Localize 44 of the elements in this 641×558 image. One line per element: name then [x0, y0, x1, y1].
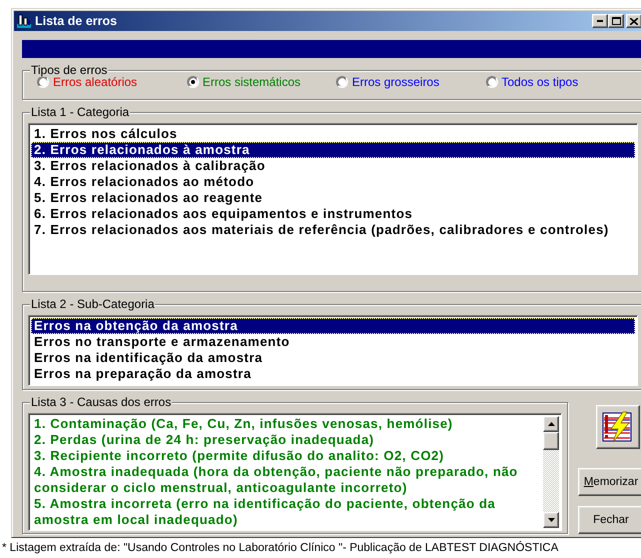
lightning-button[interactable]: [596, 405, 640, 449]
radio-button[interactable]: Todos os tipos: [486, 75, 635, 89]
scroll-down-button[interactable]: [543, 512, 559, 528]
down-arrow-icon: [548, 518, 554, 522]
list-item[interactable]: 2. Erros relacionados à amostra: [31, 142, 635, 158]
list-item[interactable]: 1. Contaminação (Ca, Fe, Cu, Zn, infusões venosas, hemólise): [31, 416, 543, 432]
list-item[interactable]: Erros na preparação da amostra: [31, 366, 635, 382]
minimize-icon: [597, 20, 603, 22]
list-item[interactable]: 3. Erros relacionados à calibração: [31, 158, 635, 174]
radio-button[interactable]: Erros grosseiros: [336, 75, 486, 89]
maximize-button[interactable]: [608, 14, 624, 28]
maximize-icon: [612, 17, 620, 25]
memorize-button[interactable]: Memorizar: [578, 468, 641, 496]
minimize-button[interactable]: [592, 14, 608, 28]
list-item[interactable]: 4. Erros relacionados ao método: [31, 174, 635, 190]
scrollbar[interactable]: [543, 416, 559, 528]
group-label: Lista 1 - Categoria: [30, 105, 130, 119]
list-item[interactable]: 5. Erros relacionados ao reagente: [31, 190, 635, 206]
scroll-up-button[interactable]: [543, 416, 559, 432]
list-item[interactable]: 4. Amostra inadequada (hora da obtenção, paciente não preparado, não considerar o ciclo menstrual, anticoagulante incorreto): [31, 464, 543, 496]
radio-label: Erros grosseiros: [352, 75, 440, 89]
list-item[interactable]: 2. Perdas (urina de 24 h: preservação inadequada): [31, 432, 543, 448]
list-item[interactable]: 5. Amostra incorreta (erro na identificação do paciente, obtenção da amostra em local inadequado): [31, 496, 543, 528]
window-title: Lista de erros: [35, 14, 118, 28]
list-item[interactable]: 1. Erros nos cálculos: [31, 126, 635, 142]
list-item[interactable]: Erros na obtenção da amostra: [31, 318, 635, 334]
list-item[interactable]: 3. Recipiente incorreto (permite difusão do analito: O2, CO2): [31, 448, 543, 464]
close-dialog-button[interactable]: Fechar: [578, 506, 641, 534]
app-icon: [16, 13, 32, 29]
group-label: Lista 3 - Causas dos erros: [30, 395, 172, 409]
group-label: Lista 2 - Sub-Categoria: [30, 297, 156, 311]
list-item[interactable]: Erros na identificação da amostra: [31, 350, 635, 366]
list-item[interactable]: Erros no transporte e armazenamento: [31, 334, 635, 350]
scrollbar-thumb[interactable]: [543, 432, 559, 450]
list-item[interactable]: 6. Erros relacionados aos equipamentos e instrumentos: [31, 206, 635, 222]
list-item[interactable]: 7. Erros relacionados aos materiais de referência (padrões, calibradores e controles): [31, 222, 635, 238]
radio-label: Erros aleatórios: [53, 75, 138, 89]
up-arrow-icon: [548, 422, 554, 426]
close-button[interactable]: [626, 14, 641, 28]
radio-label: Todos os tipos: [502, 75, 578, 89]
footer-note: * Listagem extraída de: "Usando Controles no Laboratório Clínico "- Publicação de LABTEST DIAGNÓSTICA: [1, 540, 560, 556]
group-label: Tipos de erros: [30, 63, 108, 77]
close-icon: [630, 18, 638, 24]
radio-label: Erros sistemáticos: [202, 75, 301, 89]
